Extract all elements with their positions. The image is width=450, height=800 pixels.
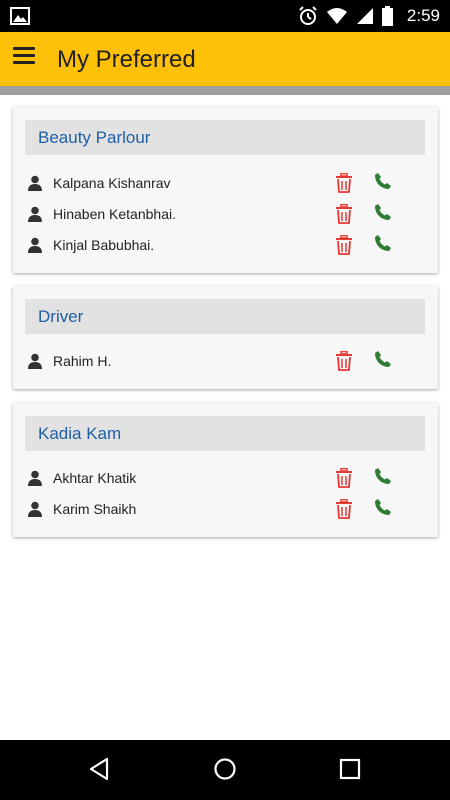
wifi-icon	[326, 8, 347, 24]
group-title: Beauty Parlour	[38, 128, 151, 147]
contact-name: Kinjal Babubhai.	[53, 237, 155, 253]
contact-name: Rahim H.	[53, 353, 112, 369]
phone-icon[interactable]	[374, 203, 392, 221]
contact-row: Rahim H.	[13, 347, 438, 377]
back-icon[interactable]	[88, 757, 112, 781]
delete-icon[interactable]	[335, 204, 353, 224]
contact-name: Karim Shaikh	[53, 501, 137, 517]
recent-apps-icon[interactable]	[338, 757, 362, 781]
home-icon[interactable]	[213, 757, 237, 781]
contact-name: Kalpana Kishanrav	[53, 175, 171, 191]
status-time: 2:59	[406, 6, 440, 25]
alarm-icon	[299, 6, 317, 25]
contact-row: Karim Shaikh	[13, 495, 438, 525]
image-icon	[10, 7, 30, 25]
group-card-beauty-parlour: Beauty Parlour Kalpana Kishanrav Hinaben…	[13, 107, 438, 273]
person-icon	[28, 501, 42, 517]
group-header: Kadia Kam	[25, 416, 425, 451]
person-icon	[28, 237, 42, 253]
contact-row: Kalpana Kishanrav	[13, 169, 438, 199]
phone-icon[interactable]	[374, 467, 392, 485]
battery-icon	[381, 6, 393, 26]
phone-icon[interactable]	[374, 350, 392, 368]
person-icon	[28, 206, 42, 222]
group-card-driver: Driver Rahim H.	[13, 286, 438, 389]
group-title: Driver	[38, 307, 84, 326]
hamburger-menu-icon[interactable]	[13, 47, 35, 69]
person-icon	[28, 175, 42, 191]
group-title: Kadia Kam	[38, 424, 122, 443]
delete-icon[interactable]	[335, 499, 353, 519]
contact-name: Hinaben Ketanbhai.	[53, 206, 176, 222]
phone-icon[interactable]	[374, 498, 392, 516]
delete-icon[interactable]	[335, 173, 353, 193]
signal-icon	[356, 8, 373, 24]
group-header: Driver	[25, 299, 425, 334]
status-bar: 2:59	[0, 0, 450, 32]
delete-icon[interactable]	[335, 468, 353, 488]
phone-icon[interactable]	[374, 234, 392, 252]
app-bar: My Preferred	[0, 32, 450, 86]
page-title: My Preferred	[57, 46, 196, 73]
contact-name: Akhtar Khatik	[53, 470, 137, 486]
group-header: Beauty Parlour	[25, 120, 425, 155]
phone-icon[interactable]	[374, 172, 392, 190]
contact-row: Akhtar Khatik	[13, 464, 438, 494]
app-bar-divider	[0, 86, 450, 95]
contact-row: Hinaben Ketanbhai.	[13, 200, 438, 230]
person-icon	[28, 353, 42, 369]
contact-row: Kinjal Babubhai.	[13, 231, 438, 261]
delete-icon[interactable]	[335, 351, 353, 371]
group-card-kadia-kam: Kadia Kam Akhtar Khatik Karim Shaikh	[13, 403, 438, 537]
navigation-bar	[0, 740, 450, 800]
person-icon	[28, 470, 42, 486]
delete-icon[interactable]	[335, 235, 353, 255]
